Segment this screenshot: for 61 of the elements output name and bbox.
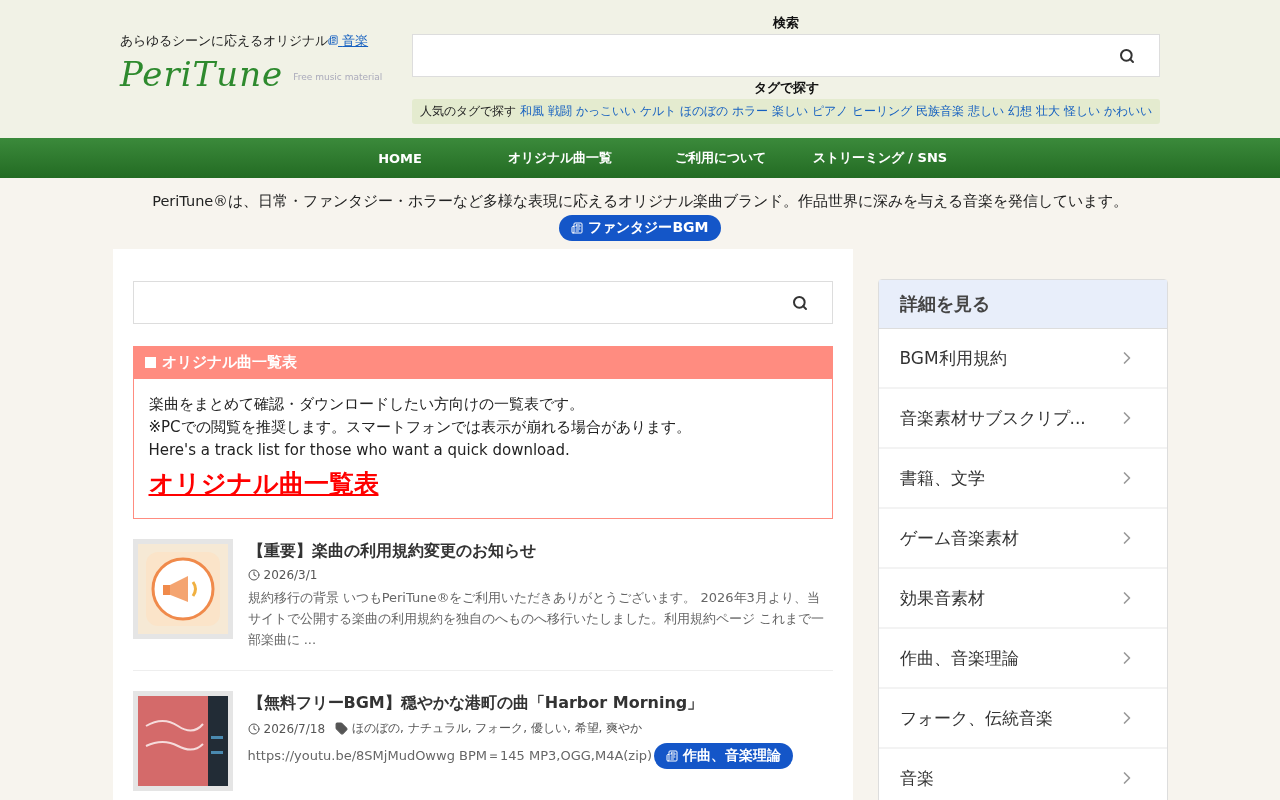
post-excerpt: 規約移行の背景 いつもPeriTune®をご利用いただきありがとうございます。 2026年3月より、当サイトで公開する楽曲の利用規約を独自のへものへ移行いたしました。利用規約ページ これまで一部楽曲に ...: [247, 589, 825, 649]
sidebar-item[interactable]: BGM利用規約: [878, 329, 1167, 389]
sidebar-title: 詳細を見る: [878, 280, 1167, 329]
tag-intro: 人気のタグで探す: [420, 104, 516, 119]
post-tags: ほのぼの, ナチュラル, フォーク, 優しい, 希望, 爽やか: [352, 720, 643, 738]
tag-link[interactable]: ホラー: [732, 104, 768, 119]
tag-icon: [335, 722, 349, 736]
tag-link[interactable]: かっこいい: [576, 104, 636, 119]
post-date: 2026/7/18: [263, 721, 326, 736]
tag-link[interactable]: 悲しい: [968, 104, 1004, 119]
notice-title: オリジナル曲一覧表: [161, 353, 297, 372]
post-title[interactable]: 【重要】楽曲の利用規約変更のお知らせ: [247, 541, 833, 562]
tag-link[interactable]: ピアノ: [812, 104, 848, 119]
sidebar-item[interactable]: 書籍、文学: [878, 449, 1167, 509]
tag-link[interactable]: かわいい: [1104, 104, 1152, 119]
nav-link[interactable]: ご利用について: [640, 149, 800, 167]
notice-text: Here's a track list for those who want a quick download.: [148, 441, 571, 459]
category-badge[interactable]: ファンタジーBGM: [559, 215, 721, 241]
tag-link[interactable]: 怪しい: [1064, 104, 1100, 119]
search-icon[interactable]: [1119, 47, 1135, 64]
track-list-link[interactable]: オリジナル曲一覧表: [148, 467, 817, 500]
tag-link[interactable]: ヒーリング: [852, 104, 912, 119]
sidebar-item[interactable]: 効果音素材: [878, 569, 1167, 629]
clock-icon: [247, 569, 260, 581]
search-field[interactable]: [412, 34, 1160, 77]
logo-subtitle: Free music material: [293, 72, 383, 82]
site-logo[interactable]: PeriTune: [120, 54, 284, 94]
notice-text: ※PCでの閲覧を推奨します。スマートフォンでは表示が崩れる場合があります。: [148, 418, 692, 437]
tag-link[interactable]: 壮大: [1036, 104, 1060, 119]
search-label: 検索: [773, 14, 799, 32]
sidebar-item[interactable]: 音楽: [878, 749, 1167, 800]
nav-link[interactable]: ストリーミング / SNS: [800, 149, 960, 167]
post-excerpt: https://youtu.be/8SMjMudOwwg BPM＝145 MP3,OGG,M4A(zip): [247, 747, 653, 765]
sidebar-item[interactable]: 音楽素材サブスクリプ...: [878, 389, 1167, 449]
tag-link[interactable]: 幻想: [1008, 104, 1032, 119]
search-icon[interactable]: [791, 294, 808, 311]
newspaper-icon: [328, 35, 338, 45]
newspaper-icon: [666, 750, 679, 763]
newspaper-icon: [571, 222, 584, 234]
post-title[interactable]: 【無料フリーBGM】穏やかな港町の曲「Harbor Morning」: [247, 693, 833, 715]
tag-search-label: タグで探す: [753, 79, 819, 97]
tag-link[interactable]: 和風: [520, 104, 544, 119]
site-tagline: あらゆるシーンに応えるオリジナル 音楽: [120, 32, 370, 50]
search-field[interactable]: [132, 281, 833, 324]
nav-link[interactable]: オリジナル曲一覧: [480, 149, 640, 167]
post-date: 2026/3/1: [263, 568, 318, 582]
intro-text: PeriTune®は、日常・ファンタジー・ホラーなど多様な表現に応えるオリジナル楽曲ブランド。作品世界に深みを与える音楽を発信しています。: [152, 192, 1128, 211]
tag-link[interactable]: 楽しい: [772, 104, 808, 119]
tag-link[interactable]: ケルト: [640, 104, 676, 119]
nav-link[interactable]: HOME: [320, 150, 480, 166]
square-icon: [144, 357, 156, 368]
tag-link[interactable]: 民族音楽: [916, 104, 964, 119]
category-badge[interactable]: 作曲、音楽理論: [654, 743, 794, 770]
tag-link[interactable]: ほのぼの: [680, 104, 728, 119]
music-link[interactable]: 音楽: [328, 33, 369, 48]
notice-text: 楽曲をまとめて確認・ダウンロードしたい方向けの一覧表です。: [148, 395, 585, 414]
clock-icon: [247, 722, 260, 735]
sidebar-item[interactable]: 作曲、音楽理論: [878, 629, 1167, 689]
sidebar-item[interactable]: ゲーム音楽素材: [878, 509, 1167, 569]
tag-link[interactable]: 戦闘: [548, 104, 572, 119]
sidebar-item[interactable]: フォーク、伝統音楽: [878, 689, 1167, 749]
